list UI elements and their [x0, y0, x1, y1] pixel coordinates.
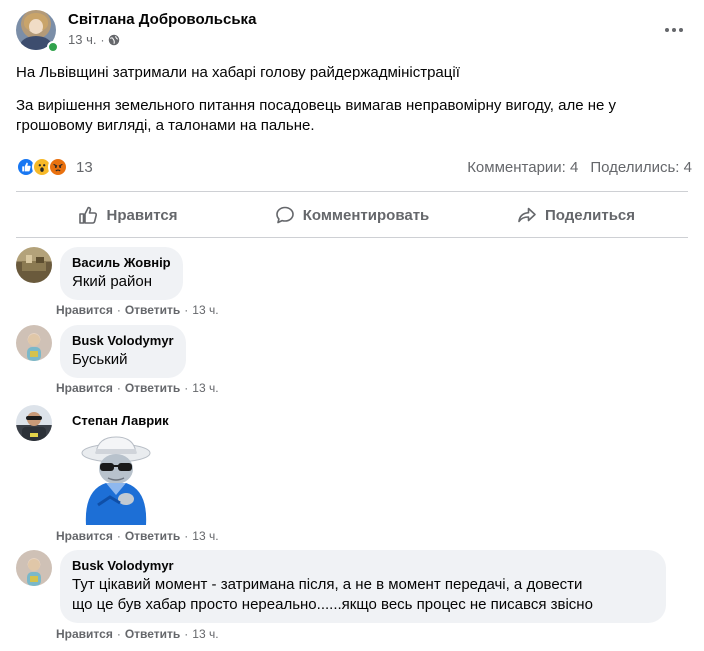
- post-time[interactable]: 13 ч.: [68, 32, 96, 47]
- like-button-label: Нравится: [106, 206, 178, 224]
- shares-count[interactable]: Поделились: 4: [590, 159, 692, 176]
- separator: ·: [184, 303, 189, 317]
- post-actions: Нравится Комментировать Поделиться: [16, 197, 688, 233]
- comment-bubble: Василь Жовнір Який район: [60, 247, 183, 300]
- comment-icon: [275, 206, 294, 224]
- comment-reply-link[interactable]: Ответить: [125, 303, 180, 317]
- separator: ·: [116, 303, 121, 317]
- comment-button[interactable]: Комментировать: [240, 197, 464, 233]
- comment-like-link[interactable]: Нравится: [56, 627, 113, 641]
- globe-icon: [109, 34, 120, 45]
- online-status-dot: [47, 41, 59, 53]
- comment-time[interactable]: 13 ч.: [192, 627, 218, 641]
- reaction-icons[interactable]: [16, 157, 68, 177]
- angry-icon: [48, 157, 68, 177]
- comment-time[interactable]: 13 ч.: [192, 529, 218, 543]
- reactions-bar: 13 Комментарии: 4 Поделились: 4: [16, 155, 692, 179]
- comment-text: Буський: [72, 351, 128, 368]
- comment-like-link[interactable]: Нравится: [56, 303, 113, 317]
- commenter-avatar[interactable]: [16, 247, 52, 283]
- comment-bubble: Busk Volodymyr Буський: [60, 325, 186, 378]
- comment-actions: Нравится · Ответить · 13 ч.: [56, 381, 219, 395]
- commenter-avatar[interactable]: [16, 550, 52, 586]
- post-title: На Львівщині затримали на хабарі голову …: [16, 64, 460, 81]
- comment-button-label: Комментировать: [302, 206, 430, 224]
- comment-actions: Нравится · Ответить · 13 ч.: [56, 303, 219, 317]
- post-stats: Комментарии: 4 Поделились: 4: [467, 159, 692, 176]
- separator: ·: [116, 627, 121, 641]
- comment-text-line: що це був хабар просто нереально......як…: [72, 596, 593, 613]
- separator: ·: [184, 381, 189, 395]
- separator: ·: [116, 529, 121, 543]
- separator: ·: [184, 627, 189, 641]
- comment-text: Який район: [72, 273, 153, 290]
- like-button[interactable]: Нравится: [16, 197, 240, 233]
- author-name[interactable]: Світлана Добровольська: [68, 11, 256, 28]
- post-header: Світлана Добровольська 13 ч. ·: [16, 8, 688, 58]
- meta-separator: ·: [100, 32, 105, 47]
- thumbs-up-icon: [79, 206, 98, 224]
- share-button-label: Поделиться: [544, 206, 636, 224]
- commenter-avatar[interactable]: [16, 405, 52, 441]
- comment-actions: Нравится · Ответить · 13 ч.: [56, 529, 219, 543]
- comments-count[interactable]: Комментарии: 4: [467, 159, 578, 176]
- comment-actions: Нравится · Ответить · 13 ч.: [56, 627, 219, 641]
- comment-bubble: Busk Volodymyr Тут цікавий момент - затр…: [60, 550, 666, 623]
- comment-like-link[interactable]: Нравится: [56, 529, 113, 543]
- commenter-name[interactable]: Василь Жовнір: [72, 255, 171, 271]
- more-options-icon[interactable]: [664, 20, 684, 40]
- comment-text-line: Тут цікавий момент - затримана після, а …: [72, 576, 583, 593]
- separator: ·: [116, 381, 121, 395]
- share-button[interactable]: Поделиться: [464, 197, 688, 233]
- commenter-name[interactable]: Busk Volodymyr: [72, 558, 654, 574]
- comment-reply-link[interactable]: Ответить: [125, 381, 180, 395]
- comment-time[interactable]: 13 ч.: [192, 303, 218, 317]
- reaction-count[interactable]: 13: [76, 159, 93, 176]
- sticker-image[interactable]: [76, 435, 156, 525]
- comment-time[interactable]: 13 ч.: [192, 381, 218, 395]
- commenter-avatar[interactable]: [16, 325, 52, 361]
- separator: ·: [184, 529, 189, 543]
- commenter-name[interactable]: Busk Volodymyr: [72, 333, 174, 349]
- comment-reply-link[interactable]: Ответить: [125, 529, 180, 543]
- comment-like-link[interactable]: Нравится: [56, 381, 113, 395]
- divider-bottom: [16, 237, 688, 238]
- divider-top: [16, 191, 688, 192]
- share-icon: [518, 207, 536, 223]
- post-meta: 13 ч. ·: [68, 32, 120, 47]
- avatar-face: [29, 19, 43, 34]
- post-body: За вирішення земельного питання посадове…: [16, 97, 617, 134]
- comment-reply-link[interactable]: Ответить: [125, 627, 180, 641]
- commenter-name[interactable]: Степан Лаврик: [72, 413, 169, 429]
